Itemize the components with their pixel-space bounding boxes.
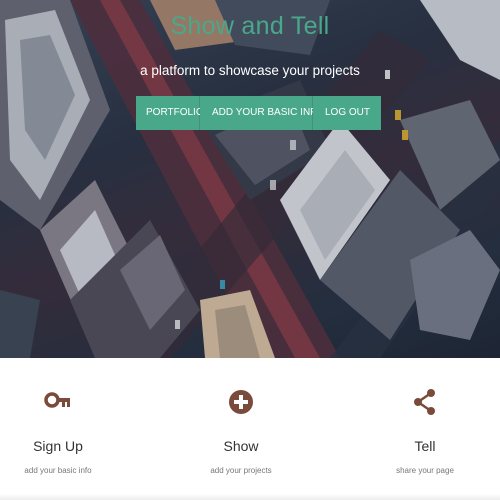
portfolio-button[interactable]: PORTFOLIO <box>136 96 204 130</box>
hero-section: Show and Tell a platform to showcase you… <box>0 0 500 358</box>
features-section: Sign Up add your basic info Show add you… <box>0 358 500 500</box>
feature-text: share your page <box>396 466 454 475</box>
plus-circle-icon <box>229 390 253 414</box>
share-icon <box>414 389 435 415</box>
city-aerial-background <box>0 0 500 358</box>
main-nav: PORTFOLIO ADD YOUR BASIC INFO LOG OUT <box>136 96 381 130</box>
add-basic-info-button[interactable]: ADD YOUR BASIC INFO <box>200 96 324 130</box>
feature-title: Sign Up <box>33 438 83 454</box>
key-icon <box>44 392 70 408</box>
site-title: Show and Tell <box>170 12 330 40</box>
feature-text: add your projects <box>210 466 272 475</box>
logout-button[interactable]: LOG OUT <box>313 96 381 130</box>
feature-text: add your basic info <box>24 466 92 475</box>
site-subtitle: a platform to showcase your projects <box>140 63 360 78</box>
footer-shadow <box>0 494 500 500</box>
feature-title: Show <box>223 438 259 454</box>
feature-title: Tell <box>414 438 436 454</box>
